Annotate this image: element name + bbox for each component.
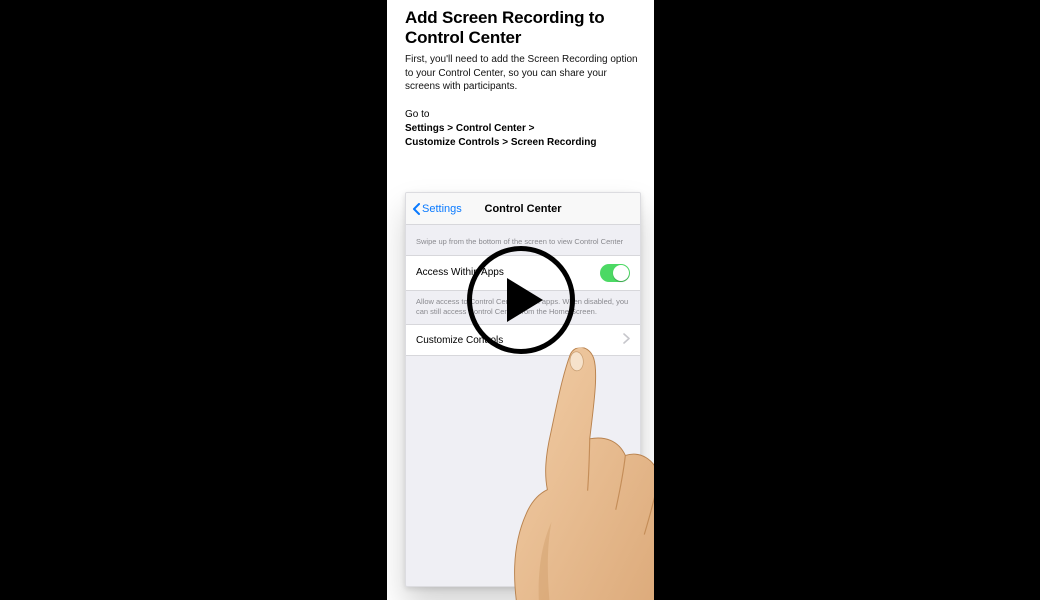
empty-area: [406, 356, 640, 586]
back-label: Settings: [422, 203, 462, 215]
title-line-1: Add Screen Recording to: [405, 8, 604, 27]
navigation-path: Go to Settings > Control Center > Custom…: [405, 108, 642, 150]
path-line-1: Settings > Control Center >: [405, 123, 534, 134]
lead-paragraph: First, you'll need to add the Screen Rec…: [405, 53, 642, 94]
goto-label: Go to: [405, 109, 429, 120]
play-button[interactable]: [467, 246, 575, 354]
back-chevron-icon: [412, 203, 420, 215]
video-frame: Add Screen Recording to Control Center F…: [387, 0, 654, 600]
play-icon: [507, 278, 543, 322]
instruction-text-block: Add Screen Recording to Control Center F…: [405, 8, 642, 150]
back-button[interactable]: Settings: [406, 203, 462, 215]
page-title: Add Screen Recording to Control Center: [405, 8, 642, 47]
access-toggle[interactable]: [600, 264, 630, 282]
path-line-2: Customize Controls > Screen Recording: [405, 137, 596, 148]
chevron-right-icon: [623, 333, 630, 347]
title-line-2: Control Center: [405, 28, 521, 47]
ios-navbar: Settings Control Center: [406, 193, 640, 225]
